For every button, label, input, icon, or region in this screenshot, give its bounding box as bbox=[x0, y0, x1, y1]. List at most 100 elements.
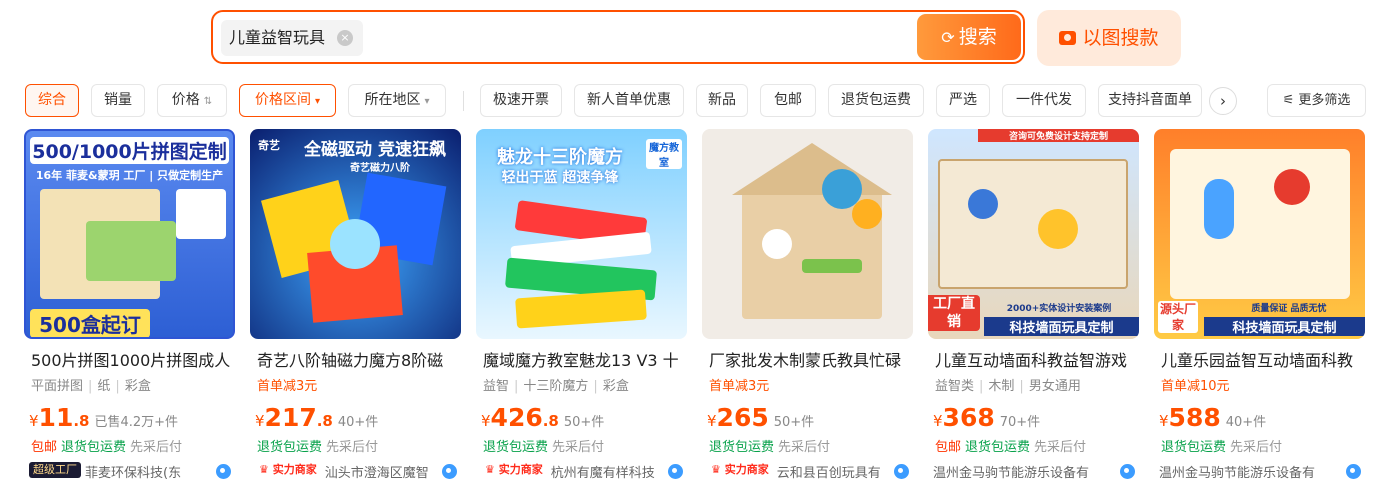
chevron-down-icon: ▾ bbox=[314, 96, 321, 107]
shop-name[interactable]: 菲麦环保科技(东 bbox=[85, 462, 181, 481]
shop-row[interactable]: 温州金马驹节能游乐设备有 bbox=[1159, 462, 1365, 481]
tag-filter[interactable]: 退货包运费 bbox=[828, 84, 924, 117]
gear-shape bbox=[852, 199, 882, 229]
cube-layer-shape bbox=[515, 289, 647, 329]
shop-name[interactable]: 温州金马驹节能游乐设备有 bbox=[1159, 462, 1315, 481]
puzzle-box-shape bbox=[86, 221, 176, 281]
sort-comprehensive-label: 综合 bbox=[38, 92, 66, 108]
product-image[interactable]: 奇艺 全磁驱动 竞速狂飙 奇艺磁力八阶 bbox=[250, 129, 461, 339]
promo-text: 首单减3元 bbox=[257, 379, 318, 394]
more-filters-button[interactable]: ⚟ 更多筛选 bbox=[1267, 84, 1366, 117]
sort-comprehensive[interactable]: 综合 bbox=[25, 84, 79, 117]
search-query-chip[interactable]: 儿童益智玩具 × bbox=[221, 20, 364, 56]
image-banner: 咨询可免费设计支持定制 bbox=[978, 129, 1139, 142]
gear-shape bbox=[968, 189, 998, 219]
tag-filter-label: 支持抖音面单 bbox=[1108, 92, 1192, 108]
region-dropdown[interactable]: 所在地区 ▾ bbox=[348, 84, 446, 117]
image-banner: 工厂直销 bbox=[928, 295, 980, 331]
image-subtext: 2000+实体设计安装案例 bbox=[1006, 304, 1112, 314]
price: ¥426.8 50+件 bbox=[481, 403, 605, 432]
shop-name[interactable]: 汕头市澄海区魔智 bbox=[325, 462, 429, 481]
shop-row[interactable]: ♛ 实力商家 云和县百创玩具有 bbox=[707, 462, 913, 481]
shop-row[interactable]: ♛ 实力商家 杭州有魔有样科技 bbox=[481, 462, 687, 481]
search-box[interactable]: 儿童益智玩具 × ⟳ 搜索 bbox=[211, 10, 1025, 64]
tag-filter-label: 包邮 bbox=[774, 92, 802, 108]
eye-shape bbox=[762, 229, 792, 259]
image-subtext: 奇艺磁力八阶 bbox=[350, 163, 410, 174]
chat-icon[interactable] bbox=[442, 464, 457, 479]
product-image[interactable]: 500/1000片拼图定制 16年 菲麦&蒙玥 工厂 | 只做定制生产 500盒… bbox=[24, 129, 235, 339]
price-range-dropdown[interactable]: 价格区间 ▾ bbox=[239, 84, 336, 117]
product-title[interactable]: 厂家批发木制蒙氏教具忙碌 bbox=[709, 351, 909, 371]
chat-icon[interactable] bbox=[894, 464, 909, 479]
product-image[interactable]: 咨询可免费设计支持定制 工厂直销 2000+实体设计安装案例 科技墙面玩具定制 bbox=[928, 129, 1139, 339]
sort-sales[interactable]: 销量 bbox=[91, 84, 145, 117]
image-search-button[interactable]: 以图搜款 bbox=[1037, 10, 1181, 66]
wall-panel-shape bbox=[938, 159, 1128, 289]
product-tags: 益智类 | 木制 | 男女通用 bbox=[935, 379, 1081, 394]
product-image[interactable] bbox=[702, 129, 913, 339]
product-title[interactable]: 500片拼图1000片拼图成人 bbox=[31, 351, 231, 371]
tag-filter[interactable]: 严选 bbox=[936, 84, 990, 117]
shop-row[interactable]: ♛ 实力商家 汕头市澄海区魔智 bbox=[255, 462, 461, 481]
tag-filter-label: 新品 bbox=[708, 92, 736, 108]
tag-filter[interactable]: 新品 bbox=[696, 84, 748, 117]
product-card[interactable]: 厂家批发木制蒙氏教具忙碌 首单减3元 ¥265 50+件 退货包运费 先采后付 ♛ … bbox=[702, 129, 913, 489]
gear-shape bbox=[1274, 169, 1310, 205]
image-banner: 500/1000片拼图定制 bbox=[30, 137, 229, 164]
chat-icon[interactable] bbox=[216, 464, 231, 479]
xylophone-shape bbox=[802, 259, 862, 273]
strength-merchant-badge: ♛ 实力商家 bbox=[259, 463, 317, 476]
tag-filter-label: 严选 bbox=[949, 92, 977, 108]
sort-price[interactable]: 价格 ⇅ bbox=[157, 84, 227, 117]
service-tags: 包邮 退货包运费 先采后付 bbox=[31, 440, 183, 455]
promo-text: 首单减10元 bbox=[1161, 379, 1230, 394]
product-card[interactable]: 奇艺 全磁驱动 竞速狂飙 奇艺磁力八阶 奇艺八阶轴磁力魔方8阶磁 首单减3元 ¥… bbox=[250, 129, 461, 489]
price: ¥368 70+件 bbox=[933, 403, 1041, 432]
search-query-text: 儿童益智玩具 bbox=[229, 28, 326, 47]
chat-icon[interactable] bbox=[1120, 464, 1135, 479]
shop-row[interactable]: 温州金马驹节能游乐设备有 bbox=[933, 462, 1139, 481]
tag-filter[interactable]: 极速开票 bbox=[480, 84, 562, 117]
image-banner: 魅龙十三阶魔方 bbox=[497, 147, 623, 168]
product-image[interactable]: 魅龙十三阶魔方 轻出于蓝 超速争锋 魔方教室 bbox=[476, 129, 687, 339]
brand-text: 魔方教室 bbox=[646, 139, 682, 169]
product-card[interactable]: 源头厂家 质量保证 品质无忧 科技墙面玩具定制 儿童乐园益智互动墙面科教 首单减… bbox=[1154, 129, 1365, 489]
price: ¥217.8 40+件 bbox=[255, 403, 379, 432]
image-search-label: 以图搜款 bbox=[1082, 27, 1159, 49]
product-card[interactable]: 500/1000片拼图定制 16年 菲麦&蒙玥 工厂 | 只做定制生产 500盒… bbox=[24, 129, 235, 489]
image-banner: 500盒起订 bbox=[30, 309, 150, 337]
chat-icon[interactable] bbox=[1346, 464, 1361, 479]
filter-settings-icon: ⚟ bbox=[1282, 93, 1299, 108]
shop-name[interactable]: 温州金马驹节能游乐设备有 bbox=[933, 462, 1089, 481]
product-title[interactable]: 魔域魔方教室魅龙13 V3 十 bbox=[483, 351, 683, 371]
sort-sales-label: 销量 bbox=[104, 92, 132, 108]
magnet-core-shape bbox=[330, 219, 380, 269]
shop-name[interactable]: 云和县百创玩具有 bbox=[777, 462, 881, 481]
image-banner: 源头厂家 bbox=[1158, 301, 1198, 333]
search-button[interactable]: ⟳ 搜索 bbox=[917, 14, 1021, 60]
product-tags: 平面拼图 | 纸 | 彩盒 bbox=[31, 379, 151, 394]
product-title[interactable]: 儿童乐园益智互动墙面科教 bbox=[1161, 351, 1361, 371]
shop-name[interactable]: 杭州有魔有样科技 bbox=[551, 462, 655, 481]
brand-text: 奇艺 bbox=[258, 139, 280, 152]
product-title[interactable]: 儿童互动墙面科教益智游戏 bbox=[935, 351, 1135, 371]
product-image[interactable]: 源头厂家 质量保证 品质无忧 科技墙面玩具定制 bbox=[1154, 129, 1365, 339]
tag-filter[interactable]: 包邮 bbox=[760, 84, 816, 117]
product-card[interactable]: 魅龙十三阶魔方 轻出于蓝 超速争锋 魔方教室 魔域魔方教室魅龙13 V3 十 益… bbox=[476, 129, 687, 489]
product-card[interactable]: 咨询可免费设计支持定制 工厂直销 2000+实体设计安装案例 科技墙面玩具定制 … bbox=[928, 129, 1139, 489]
chevron-right-icon[interactable]: › bbox=[1209, 87, 1237, 115]
tag-filter[interactable]: 支持抖音面单 bbox=[1098, 84, 1202, 117]
tag-filter[interactable]: 新人首单优惠 bbox=[574, 84, 684, 117]
shop-row[interactable]: 超级工厂 菲麦环保科技(东 bbox=[29, 462, 235, 481]
tag-filter[interactable]: 一件代发 bbox=[1002, 84, 1086, 117]
clear-icon[interactable]: × bbox=[337, 30, 354, 46]
price: ¥588 40+件 bbox=[1159, 403, 1267, 432]
price: ¥11.8 已售4.2万+件 bbox=[29, 403, 179, 432]
image-subtext: 质量保证 品质无忧 bbox=[1251, 304, 1327, 314]
wall-panel-shape bbox=[1170, 149, 1350, 299]
chat-icon[interactable] bbox=[668, 464, 683, 479]
image-subtext: 16年 菲麦&蒙玥 工厂 | 只做定制生产 bbox=[35, 169, 224, 182]
service-tags: 退货包运费 先采后付 bbox=[1161, 440, 1283, 455]
product-title[interactable]: 奇艺八阶轴磁力魔方8阶磁 bbox=[257, 351, 457, 371]
